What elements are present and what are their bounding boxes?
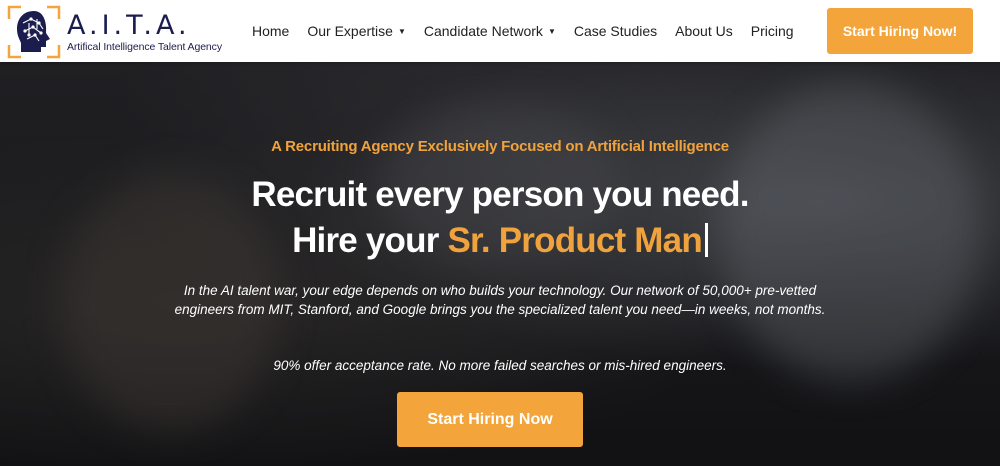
nav-item-pricing[interactable]: Pricing — [751, 23, 794, 39]
caret-down-icon: ▼ — [547, 26, 556, 36]
logo-title: A.I.T.A. — [67, 9, 191, 41]
start-hiring-hero-button[interactable]: Start Hiring Now — [397, 392, 583, 447]
ai-head-icon — [7, 5, 61, 59]
nav-item-case-studies[interactable]: Case Studies — [574, 23, 657, 39]
typing-cursor — [704, 223, 708, 257]
nav-item-label: Home — [252, 23, 290, 39]
hero-section: A Recruiting Agency Exclusively Focused … — [0, 62, 1000, 466]
nav-item-label: Case Studies — [573, 23, 658, 39]
hero-headline-prefix: Hire your — [292, 221, 448, 260]
typed-role-text: Sr. Product Man — [447, 221, 702, 260]
hero-headline: Recruit every person you need. — [251, 175, 749, 214]
hero-eyebrow: A Recruiting Agency Exclusively Focused … — [271, 138, 729, 155]
logo-text: A.I.T.A. Artifical Intelligence Talent A… — [67, 9, 222, 54]
nav-item-candidate-network[interactable]: Candidate Network ▼ — [424, 23, 556, 39]
main-nav: Home Our Expertise ▼ Candidate Network ▼… — [252, 0, 812, 62]
nav-item-label: About Us — [675, 23, 733, 39]
nav-item-label: Our Expertise — [307, 23, 393, 39]
nav-item-label: Candidate Network — [423, 23, 543, 39]
nav-item-home[interactable]: Home — [252, 23, 289, 39]
logo[interactable]: A.I.T.A. Artifical Intelligence Talent A… — [7, 5, 222, 59]
nav-item-about-us[interactable]: About Us — [675, 23, 733, 39]
hero-headline-typed: Hire your Sr. Product Man — [0, 218, 1000, 264]
nav-item-label: Pricing — [750, 23, 794, 39]
hero-description: In the AI talent war, your edge depends … — [174, 283, 826, 317]
hero-stat-line: 90% offer acceptance rate. No more faile… — [273, 358, 727, 373]
site-header: A.I.T.A. Artifical Intelligence Talent A… — [0, 0, 1000, 62]
caret-down-icon: ▼ — [397, 26, 406, 36]
start-hiring-header-button[interactable]: Start Hiring Now! — [827, 8, 973, 54]
logo-subtitle: Artifical Intelligence Talent Agency — [67, 40, 222, 53]
nav-item-our-expertise[interactable]: Our Expertise ▼ — [307, 23, 406, 39]
